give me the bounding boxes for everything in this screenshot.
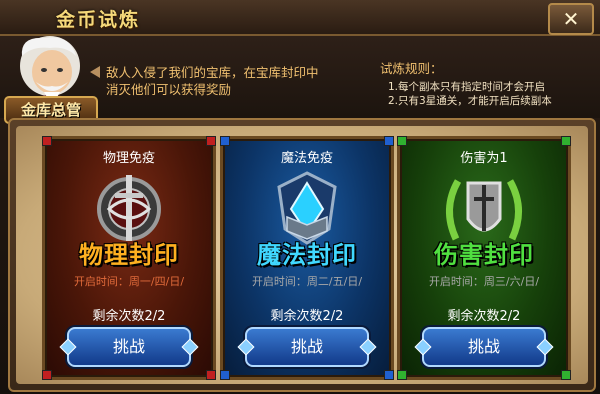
open-time: 开启时间：周三/六/日/ <box>428 275 540 288</box>
corner-gem-icon <box>384 370 394 380</box>
close-button[interactable]: ✕ <box>548 3 594 35</box>
corner-gem-icon <box>42 370 52 380</box>
challenge-button[interactable]: 挑战 <box>422 327 546 367</box>
open-time: 开启时间：周一/四/日/ <box>73 275 185 288</box>
corner-gem-icon <box>397 136 407 146</box>
rule-item: 1.每个副本只有指定时间才会开启 <box>388 81 546 93</box>
corner-gem-icon <box>42 136 52 146</box>
corner-gem-icon <box>384 136 394 146</box>
remaining-attempts: 剩余次数2/2 <box>92 309 166 324</box>
close-icon: ✕ <box>562 7 580 31</box>
seal-name: 魔法封印 <box>257 241 357 269</box>
card-subtitle: 魔法免疫 <box>280 151 333 166</box>
trial-rules: 试炼规则： 1.每个副本只有指定时间才会开启 2.只有3星通关，才能开启后续副本 <box>380 58 552 108</box>
damage-seal-card: 伤害为1 伤害封印 开启时间：周三/六/日/ 剩余次数2/2 挑战 <box>397 136 571 380</box>
remaining-attempts: 剩余次数2/2 <box>447 309 521 324</box>
rules-title: 试炼规则： <box>380 61 443 76</box>
rule-item: 2.只有3星通关，才能开启后续副本 <box>388 95 552 107</box>
corner-gem-icon <box>397 370 407 380</box>
corner-gem-icon <box>220 370 230 380</box>
remaining-attempts: 剩余次数2/2 <box>270 309 344 324</box>
npc-intro-text: 敌人入侵了我们的宝库，在宝库封印中 消灭他们可以获得奖励 <box>90 64 346 98</box>
corner-gem-icon <box>206 370 216 380</box>
corner-gem-icon <box>561 370 571 380</box>
card-subtitle: 物理免疫 <box>102 151 155 166</box>
seal-name: 物理封印 <box>79 241 179 269</box>
intro-line-2: 消灭他们可以获得奖励 <box>106 82 232 97</box>
gold-trial-window: 金币试炼 ✕ 金库总管 敌人入侵了我们的宝库，在宝库封印中 消灭他们可以获得奖励… <box>0 0 600 394</box>
magic-seal-card: 魔法免疫 魔法封印 开启时间：周二/五/日/ 剩余次数2/2 挑战 <box>220 136 394 380</box>
open-time: 开启时间：周二/五/日/ <box>251 275 363 288</box>
speech-arrow-icon <box>90 66 100 78</box>
corner-gem-icon <box>561 136 571 146</box>
card-subtitle: 伤害为1 <box>460 151 508 166</box>
intro-line-1: 敌人入侵了我们的宝库，在宝库封印中 <box>106 65 319 80</box>
challenge-button[interactable]: 挑战 <box>245 327 369 367</box>
challenge-button[interactable]: 挑战 <box>67 327 191 367</box>
corner-gem-icon <box>206 136 216 146</box>
corner-gem-icon <box>220 136 230 146</box>
physical-seal-card: 物理免疫 物理封印 开启时间：周一/四/日/ 剩余次数2/2 挑战 <box>42 136 216 380</box>
seal-name: 伤害封印 <box>434 241 534 269</box>
